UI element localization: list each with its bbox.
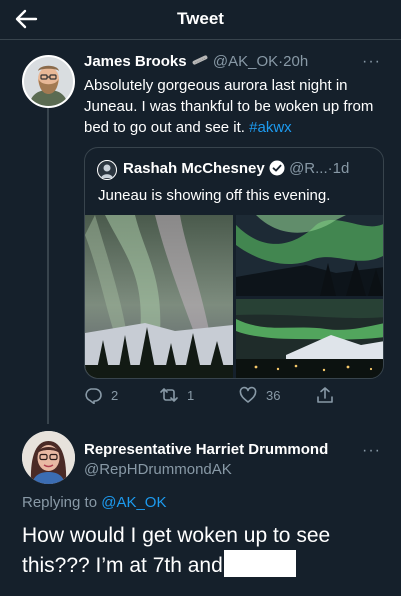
tweet-text: Absolutely gorgeous aurora last night in… — [84, 75, 384, 138]
verified-badge-icon — [269, 160, 285, 176]
more-options-icon[interactable]: ··· — [362, 53, 381, 71]
page-title: Tweet — [177, 9, 224, 28]
timestamp[interactable]: 20h — [283, 53, 308, 70]
tweet-actions: 2 1 36 — [84, 386, 384, 406]
tweet-text-body: Absolutely gorgeous aurora last night in… — [84, 77, 374, 136]
more-options-icon[interactable]: ··· — [362, 442, 381, 460]
quote-timestamp: 1d — [332, 160, 350, 177]
replying-prefix: Replying to — [22, 494, 98, 511]
reply-count: 2 — [111, 387, 119, 403]
tweet-text: How would I get woken up to see this??? … — [22, 521, 382, 580]
replying-to-link[interactable]: @AK_OK — [101, 494, 166, 511]
quote-author-name: Rashah McChesney — [123, 160, 265, 177]
thread-connector — [47, 106, 49, 424]
quote-avatar — [97, 160, 117, 180]
share-icon — [317, 387, 333, 403]
avatar-illustration — [24, 57, 73, 106]
avatar-photo — [22, 431, 75, 484]
quote-header: Rashah McChesney @R...·1d — [123, 160, 349, 177]
hashtag-link[interactable]: #akwx — [249, 119, 292, 136]
share-button[interactable] — [316, 386, 334, 404]
quote-text: Juneau is showing off this evening. — [98, 187, 331, 204]
quote-author-handle: @R... — [289, 160, 328, 177]
avatar[interactable] — [22, 431, 75, 484]
like-button[interactable]: 36 — [239, 386, 280, 404]
reply-button[interactable]: 2 — [84, 386, 118, 404]
author-name[interactable]: James Brooks — [84, 53, 187, 70]
author-handle[interactable]: @RepHDrummondAK — [84, 461, 232, 478]
author-handle[interactable]: @AK_OK — [213, 53, 278, 70]
aurora-photo-1[interactable] — [85, 215, 233, 378]
aurora-photo-3[interactable] — [236, 299, 383, 378]
retweet-icon — [160, 388, 178, 402]
replying-to: Replying to @AK_OK — [22, 494, 166, 511]
aurora-photo-2[interactable] — [236, 215, 383, 296]
retweet-count: 1 — [187, 387, 195, 403]
top-bar: Tweet — [0, 0, 401, 40]
redaction-box — [223, 550, 296, 577]
heart-icon — [239, 386, 257, 403]
like-count: 36 — [266, 387, 281, 403]
author-name[interactable]: Representative Harriet Drummond — [84, 441, 328, 458]
nail-file-icon — [191, 53, 213, 70]
retweet-button[interactable]: 1 — [160, 386, 194, 404]
quoted-tweet[interactable]: Rashah McChesney @R...·1d Juneau is show… — [84, 147, 384, 379]
tweet-header: James Brooks @AK_OK·20h — [84, 53, 308, 70]
avatar[interactable] — [22, 55, 75, 108]
reply-icon — [85, 388, 102, 404]
